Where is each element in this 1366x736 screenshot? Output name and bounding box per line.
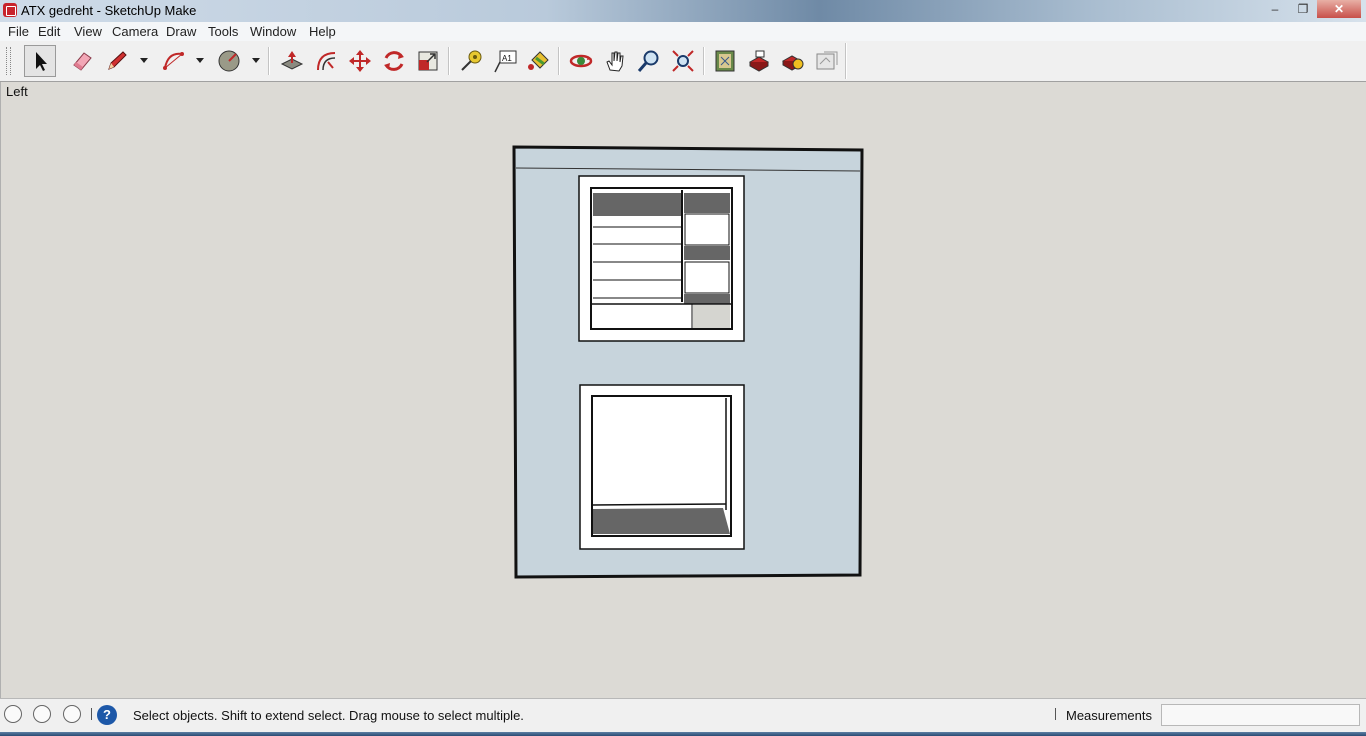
lower-dark-floor	[593, 508, 730, 534]
shapes-tool-dropdown[interactable]	[252, 58, 260, 63]
hand-icon	[606, 51, 624, 72]
menu-draw[interactable]: Draw	[166, 24, 196, 39]
close-button[interactable]: ✕	[1317, 0, 1361, 18]
credits-info-icon[interactable]	[33, 705, 51, 723]
minimize-button[interactable]: –	[1261, 0, 1289, 18]
line-tool[interactable]	[101, 45, 133, 77]
menu-tools[interactable]: Tools	[208, 24, 238, 39]
zoom-tool[interactable]	[633, 45, 665, 77]
user-account-icon[interactable]	[63, 705, 81, 723]
toolbar-grip[interactable]	[6, 47, 11, 75]
lower-dark-block	[684, 294, 730, 304]
layout-send-button[interactable]	[811, 45, 843, 77]
io-port-1	[684, 213, 730, 246]
status-message: Select objects. Shift to extend select. …	[133, 708, 524, 723]
sketchup-app-icon	[3, 3, 17, 17]
middle-dark-block	[684, 246, 730, 260]
status-separator	[1055, 708, 1056, 720]
arc-icon	[163, 52, 184, 70]
os-taskbar-edge	[0, 732, 1366, 736]
eraser-tool[interactable]	[66, 45, 98, 77]
share-model-button[interactable]	[743, 45, 775, 77]
push-pull-icon	[280, 51, 304, 70]
zoom-extents-icon	[672, 50, 694, 72]
title-bar: ATX gedreht - SketchUp Make – ❐ ✕	[0, 0, 1366, 22]
scale-icon	[418, 51, 438, 71]
scale-tool[interactable]	[412, 45, 444, 77]
eraser-icon	[73, 52, 92, 71]
status-separator	[91, 708, 92, 720]
circle-icon	[218, 50, 240, 72]
menu-file[interactable]: File	[8, 24, 29, 39]
layout-icon	[816, 51, 838, 70]
offset-tool[interactable]	[310, 45, 342, 77]
toolbar-separator	[268, 47, 270, 75]
select-tool[interactable]	[24, 45, 56, 77]
menu-window[interactable]: Window	[250, 24, 296, 39]
push-pull-tool[interactable]	[276, 45, 308, 77]
text-label-icon: A1	[494, 50, 517, 73]
rotate-tool[interactable]	[378, 45, 410, 77]
offset-icon	[317, 52, 336, 71]
3d-warehouse-button[interactable]	[709, 45, 741, 77]
arc-tool-dropdown[interactable]	[196, 58, 204, 63]
extension-warehouse-button[interactable]	[777, 45, 809, 77]
paint-bucket-icon	[528, 51, 549, 70]
getting-started-toolbar: A1	[0, 41, 1366, 82]
geo-location-icon[interactable]	[4, 705, 22, 723]
toolbar-separator	[448, 47, 450, 75]
menu-bar: File Edit View Camera Draw Tools Window …	[0, 22, 1366, 42]
measurements-input[interactable]	[1161, 704, 1360, 726]
model-geometry[interactable]	[1, 82, 1365, 698]
maximize-button[interactable]: ❐	[1289, 0, 1317, 18]
extension-icon	[781, 55, 804, 71]
text-tool-glyph: A1	[502, 54, 512, 63]
paint-bucket-tool[interactable]	[523, 45, 555, 77]
lower-floor-edge	[592, 503, 727, 506]
toolbar-end-edge	[845, 43, 847, 79]
drawing-viewport[interactable]: Left	[0, 82, 1366, 698]
upper-gray-corner	[693, 305, 730, 328]
pencil-icon	[108, 51, 127, 70]
menu-view[interactable]: View	[74, 24, 102, 39]
io-port-2	[684, 261, 730, 294]
toolbar-separator	[703, 47, 705, 75]
tape-measure-icon	[461, 50, 482, 71]
text-tool[interactable]: A1	[489, 45, 521, 77]
line-tool-dropdown[interactable]	[140, 58, 148, 63]
status-bar: ? Select objects. Shift to extend select…	[0, 698, 1366, 733]
orbit-icon	[569, 54, 593, 68]
rotate-icon	[384, 51, 404, 71]
move-arrows-icon	[349, 50, 371, 72]
map-book-icon	[715, 50, 735, 72]
zoom-extents-tool[interactable]	[667, 45, 699, 77]
shapes-tool[interactable]	[213, 45, 245, 77]
window-title: ATX gedreht - SketchUp Make	[21, 3, 197, 18]
upper-dark-block-right	[684, 193, 730, 213]
measurements-label: Measurements	[1066, 708, 1152, 723]
menu-help[interactable]: Help	[309, 24, 336, 39]
magnifier-icon	[637, 50, 659, 72]
orbit-tool[interactable]	[565, 45, 597, 77]
arc-tool[interactable]	[157, 45, 189, 77]
menu-edit[interactable]: Edit	[38, 24, 60, 39]
select-arrow-icon	[36, 52, 47, 71]
pan-tool[interactable]	[599, 45, 631, 77]
move-tool[interactable]	[344, 45, 376, 77]
toolbar-separator	[558, 47, 560, 75]
menu-camera[interactable]: Camera	[112, 24, 158, 39]
share-model-icon	[748, 50, 770, 72]
help-icon[interactable]: ?	[97, 705, 117, 725]
upper-dark-strip	[593, 193, 682, 216]
tape-measure-tool[interactable]	[455, 45, 487, 77]
